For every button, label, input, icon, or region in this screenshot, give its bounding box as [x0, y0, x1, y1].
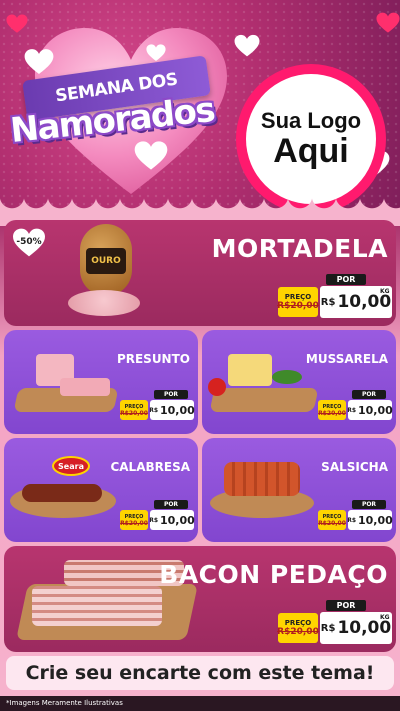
- por-label: POR: [326, 600, 366, 611]
- product-card-mussarela[interactable]: MUSSARELA POR PREÇO R$20,00 R$ 10,00: [202, 330, 396, 434]
- price-tag: POR PREÇO R$20,00 R$ 10,00: [318, 500, 393, 530]
- calabresa-image: Seara: [10, 454, 120, 530]
- white-heart-icon: [146, 44, 166, 61]
- salsicha-image: [208, 454, 318, 530]
- discount-badge: -50%: [12, 228, 46, 258]
- white-heart-icon: [24, 49, 54, 74]
- original-price-box: PREÇO R$20,00: [318, 400, 346, 420]
- cta-banner[interactable]: Crie seu encarte com este tema!: [6, 656, 394, 690]
- product-card-salsicha[interactable]: SALSICHA POR PREÇO R$20,00 R$ 10,00: [202, 438, 396, 542]
- small-heart-icon: [376, 12, 400, 33]
- discount-text: -50%: [16, 237, 42, 247]
- price-tag: POR PREÇO R$20,00 R$ 10,00 KG: [277, 600, 392, 646]
- product-card-presunto[interactable]: PRESUNTO POR PREÇO R$20,00 R$ 10,00: [4, 330, 198, 434]
- mortadela-image: OURO: [68, 224, 148, 322]
- small-heart-icon: [6, 14, 28, 33]
- unit-label: KG: [380, 614, 390, 621]
- logo-placeholder[interactable]: Sua Logo Aqui: [236, 64, 386, 212]
- original-price-box: PREÇO R$20,00: [277, 287, 319, 317]
- product-name: PRESUNTO: [116, 352, 190, 366]
- logo-text-line2: Aqui: [273, 132, 349, 170]
- por-label: POR: [352, 390, 386, 399]
- unit-label: KG: [380, 288, 390, 295]
- mussarela-image: [206, 348, 319, 418]
- sale-price: R$ 10,00: [149, 400, 195, 420]
- original-price-box: PREÇO R$20,00: [318, 510, 346, 530]
- product-card-bacon[interactable]: BACON PEDAÇO POR PREÇO R$20,00 R$ 10,00 K…: [4, 546, 396, 652]
- por-label: POR: [352, 500, 386, 509]
- brand-seara: Seara: [58, 461, 84, 471]
- product-card-mortadela[interactable]: -50% OURO MORTADELA POR PREÇO R$20,00 R$…: [4, 220, 396, 326]
- original-price-box: PREÇO R$20,00: [120, 510, 148, 530]
- original-price-box: PREÇO R$20,00: [277, 613, 319, 643]
- product-name: SALSICHA: [321, 460, 388, 474]
- sale-price: R$ 10,00: [347, 400, 393, 420]
- price-tag: POR PREÇO R$20,00 R$ 10,00: [120, 390, 195, 420]
- original-price-box: PREÇO R$20,00: [120, 400, 148, 420]
- logo-text-line1: Sua Logo: [260, 108, 362, 133]
- preco-label: PREÇO: [284, 293, 312, 301]
- product-name: MUSSARELA: [305, 352, 388, 366]
- por-label: POR: [154, 390, 188, 399]
- product-card-calabresa[interactable]: Seara CALABRESA POR PREÇO R$20,00 R$ 10,0…: [4, 438, 198, 542]
- product-name: CALABRESA: [110, 460, 190, 474]
- brand-label: OURO: [91, 256, 121, 266]
- header-banner: SEMANA DOS Namorados Sua Logo Aqui: [0, 0, 400, 212]
- sale-price: R$ 10,00: [347, 510, 393, 530]
- white-heart-icon: [234, 34, 260, 57]
- sale-price: R$ 10,00: [149, 510, 195, 530]
- price-tag: POR PREÇO R$20,00 R$ 10,00: [120, 500, 195, 530]
- por-label: POR: [154, 500, 188, 509]
- price-tag: POR PREÇO R$20,00 R$ 10,00 KG: [277, 274, 392, 320]
- presunto-image: [10, 348, 120, 418]
- por-label: POR: [326, 274, 366, 285]
- product-name: MORTADELA: [211, 234, 388, 263]
- old-price: R$20,00: [277, 301, 319, 311]
- product-name: BACON PEDAÇO: [159, 560, 388, 589]
- white-heart-icon: [134, 141, 168, 170]
- cta-text: Crie seu encarte com este tema!: [25, 662, 375, 684]
- disclaimer: *Imagens Meramente Ilustrativas: [0, 696, 400, 711]
- price-tag: POR PREÇO R$20,00 R$ 10,00: [318, 390, 393, 420]
